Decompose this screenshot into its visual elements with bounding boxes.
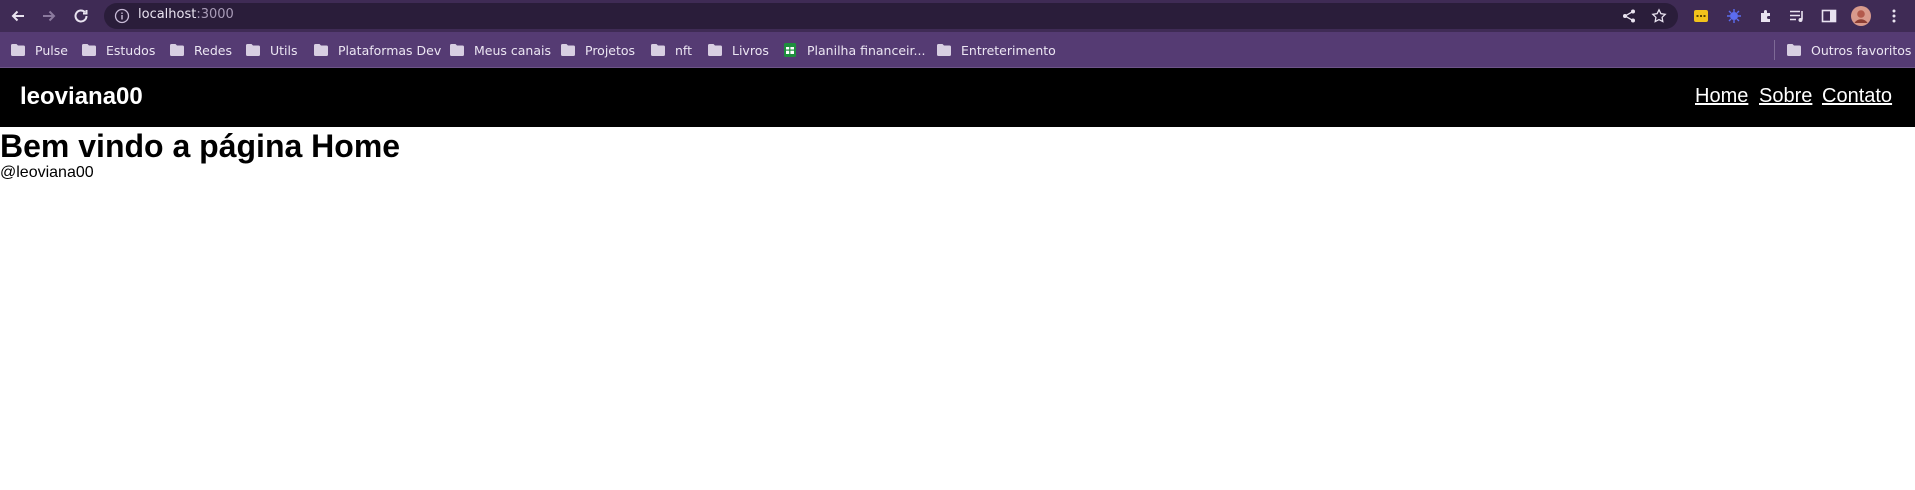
bookmark-livros[interactable]: Livros bbox=[707, 40, 769, 60]
queue-music-icon bbox=[1790, 10, 1803, 22]
bookmark-label: Estudos bbox=[106, 42, 156, 58]
extensions-button[interactable] bbox=[1754, 4, 1778, 28]
bookmark-redes[interactable]: Redes bbox=[169, 40, 232, 60]
bookmark-label: Pulse bbox=[35, 42, 68, 58]
folder-icon bbox=[11, 44, 25, 56]
bookmark-label: Utils bbox=[270, 42, 298, 58]
extension-button-2[interactable] bbox=[1722, 4, 1746, 28]
side-panel-button[interactable] bbox=[1817, 4, 1841, 28]
extension-button-1[interactable] bbox=[1689, 4, 1713, 28]
bookmark-nft[interactable]: nft bbox=[650, 40, 692, 60]
bookmark-entreterimento[interactable]: Entreterimento bbox=[936, 40, 1056, 60]
site-header: leoviana00 Home Sobre Contato bbox=[0, 68, 1915, 127]
extension-yellow-icon bbox=[1694, 10, 1708, 22]
bookmark-label: Redes bbox=[194, 42, 232, 58]
bookmark-projetos[interactable]: Projetos bbox=[560, 40, 635, 60]
puzzle-icon bbox=[1761, 10, 1770, 22]
page-title: Bem vindo a página Home bbox=[0, 128, 401, 164]
side-panel-icon bbox=[1821, 9, 1837, 23]
bookmarks-bar: Pulse Estudos Redes Utils Plataformas De… bbox=[0, 32, 1915, 68]
reload-button[interactable] bbox=[69, 4, 93, 28]
bookmark-label: nft bbox=[675, 42, 693, 58]
profile-button[interactable] bbox=[1849, 4, 1873, 28]
bookmark-plataformas-dev[interactable]: Plataformas Dev bbox=[313, 40, 441, 60]
share-icon[interactable] bbox=[1621, 8, 1637, 24]
nav-sobre[interactable]: Sobre bbox=[1759, 85, 1812, 108]
url-text[interactable]: localhost:3000 bbox=[138, 7, 234, 22]
site-logo[interactable]: leoviana00 bbox=[20, 83, 143, 111]
folder-icon bbox=[708, 44, 722, 56]
bookmark-planilha-financeira[interactable]: Planilha financeir... bbox=[782, 40, 925, 60]
folder-icon bbox=[450, 44, 464, 56]
extension-blue-icon bbox=[1727, 9, 1741, 23]
url-port: :3000 bbox=[196, 7, 234, 22]
other-bookmarks-label: Outros favoritos bbox=[1811, 42, 1912, 58]
nav-home[interactable]: Home bbox=[1695, 85, 1748, 108]
bookmark-label: Plataformas Dev bbox=[338, 42, 442, 58]
folder-icon bbox=[170, 44, 184, 56]
address-bar[interactable]: localhost:3000 bbox=[104, 3, 1678, 29]
folder-icon bbox=[937, 44, 951, 56]
bookmarks-separator bbox=[1774, 40, 1775, 60]
folder-icon bbox=[314, 44, 328, 56]
folder-icon bbox=[1787, 44, 1801, 56]
bookmark-estudos[interactable]: Estudos bbox=[81, 40, 155, 60]
reload-icon bbox=[74, 9, 88, 23]
folder-icon bbox=[561, 44, 575, 56]
footer-text: @leoviana00 bbox=[0, 164, 94, 181]
arrow-left-icon bbox=[11, 10, 24, 22]
sheets-icon bbox=[784, 43, 796, 57]
bookmark-pulse[interactable]: Pulse bbox=[10, 40, 68, 60]
bookmark-label: Entreterimento bbox=[961, 42, 1056, 58]
nav-contato[interactable]: Contato bbox=[1822, 85, 1892, 108]
bookmark-label: Meus canais bbox=[474, 42, 551, 58]
folder-icon bbox=[651, 44, 665, 56]
bookmark-label: Projetos bbox=[585, 42, 636, 58]
arrow-right-icon bbox=[43, 10, 56, 22]
star-icon[interactable] bbox=[1651, 8, 1667, 24]
other-bookmarks[interactable]: Outros favoritos bbox=[1786, 40, 1911, 60]
forward-button[interactable] bbox=[37, 4, 61, 28]
kebab-menu-icon bbox=[1892, 9, 1896, 23]
bookmark-label: Planilha financeir... bbox=[807, 42, 926, 58]
bookmark-meus-canais[interactable]: Meus canais bbox=[449, 40, 551, 60]
folder-icon bbox=[82, 44, 96, 56]
folder-icon bbox=[246, 44, 260, 56]
media-control-button[interactable] bbox=[1785, 4, 1809, 28]
bookmark-utils[interactable]: Utils bbox=[245, 40, 298, 60]
bookmark-label: Livros bbox=[732, 42, 769, 58]
back-button[interactable] bbox=[6, 4, 30, 28]
avatar-icon bbox=[1851, 6, 1871, 26]
url-host: localhost bbox=[138, 7, 197, 22]
site-info-icon[interactable] bbox=[114, 8, 130, 24]
menu-button[interactable] bbox=[1882, 4, 1906, 28]
browser-toolbar: localhost:3000 bbox=[0, 0, 1915, 32]
